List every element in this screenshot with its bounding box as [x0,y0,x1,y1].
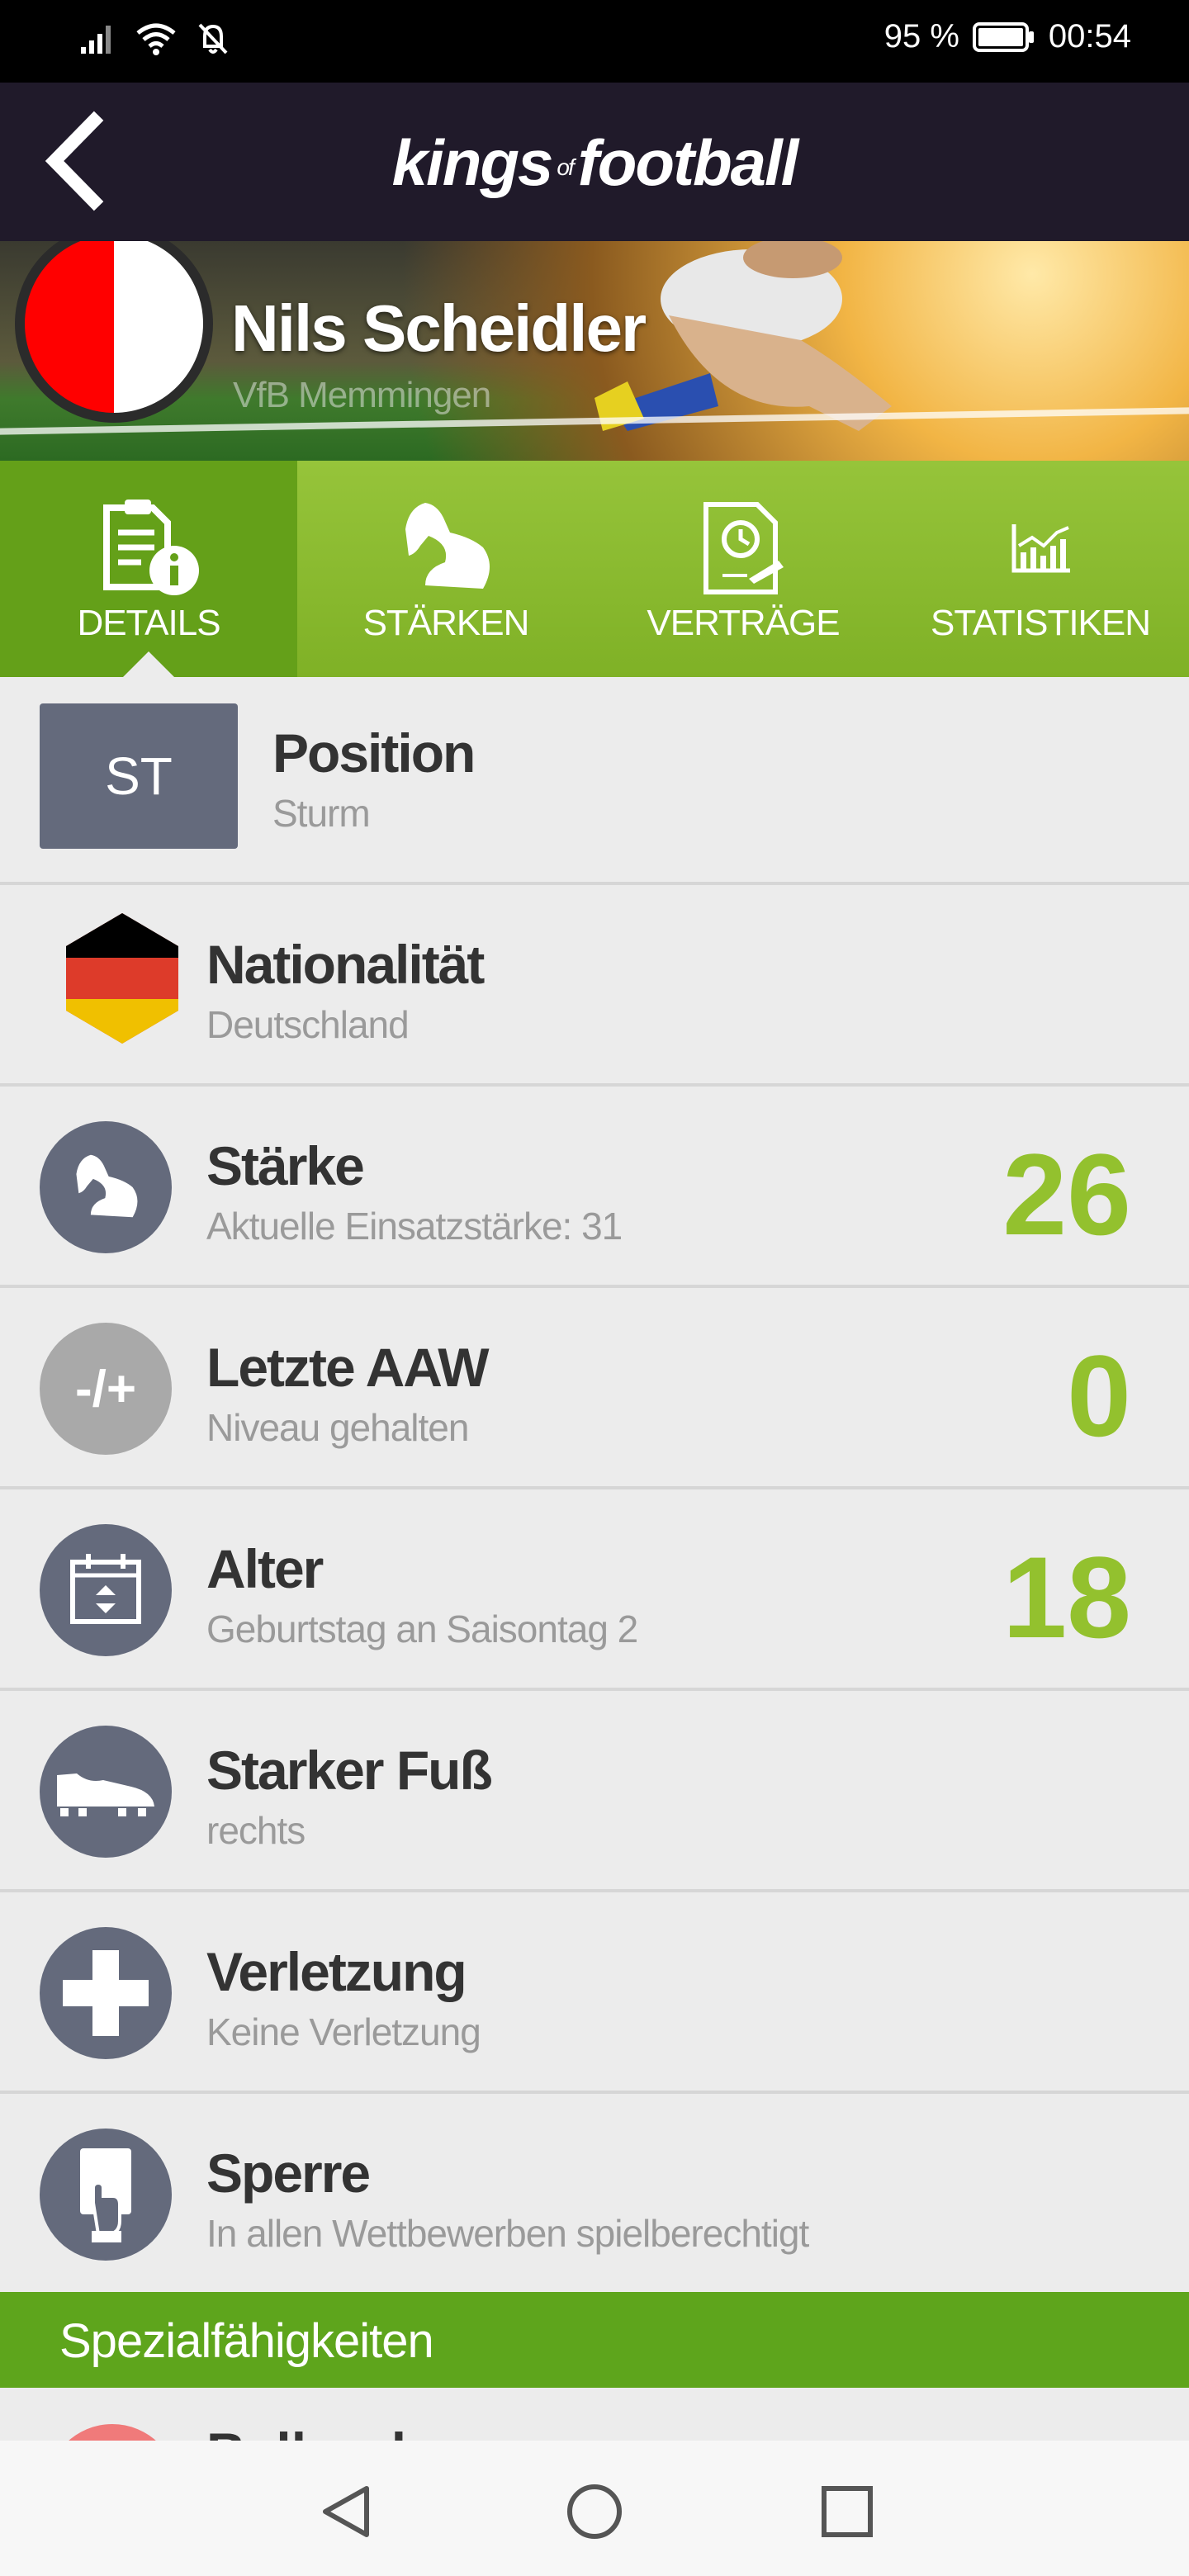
injury-row: Verletzung Keine Verletzung [0,1892,1189,2094]
statistics-icon [999,494,1082,601]
position-row: ST Position Sturm [0,677,1189,885]
brand-logo-football: football [577,126,799,199]
suspension-row: Sperre In allen Wettbewerben spielberech… [0,2094,1189,2295]
muscle-icon [392,494,500,601]
strength-row: Stärke Aktuelle Einsatzstärke: 31 26 [0,1087,1189,1288]
position-badge: ST [40,703,238,849]
tab-contracts[interactable]: VERTRÄGE [594,461,892,677]
hero-player-image [594,241,892,431]
tab-details[interactable]: DETAILS [0,461,297,678]
status-bar: 95 % 00:54 [0,0,1189,83]
strong-foot-title: Starker Fuß [206,1740,493,1801]
brand-logo-of: of [557,154,574,181]
suspension-value: In allen Wettbewerben spielberechtigt [206,2212,809,2255]
referee-card-icon [40,2129,172,2261]
last-aaw-value: 0 [1067,1331,1131,1461]
strength-value: 26 [1002,1129,1131,1259]
strength-muscle-icon [40,1121,172,1253]
brand-logo-kings: kings [391,126,554,199]
football-boot-icon [40,1726,172,1858]
special-abilities-title: Spezialfähigkeiten [59,2314,434,2368]
player-details-list: ST Position Sturm Nationalität Deutschla… [0,677,1189,2295]
details-icon [95,494,202,601]
tab-strengths-label: STÄRKEN [362,603,530,643]
medical-cross-icon [40,1927,172,2059]
calendar-icon [40,1524,172,1656]
position-value: Sturm [272,792,371,835]
strength-subtitle: Aktuelle Einsatzstärke: 31 [206,1205,623,1248]
age-subtitle: Geburtstag an Saisontag 2 [206,1608,638,1650]
player-name: Nils Scheidler [231,291,647,365]
tab-contracts-label: VERTRÄGE [647,603,840,643]
age-value: 18 [1002,1532,1131,1662]
age-row: Alter Geburtstag an Saisontag 2 18 [0,1489,1189,1691]
triangle-back-icon [323,2486,369,2537]
nav-recents-button[interactable] [806,2470,888,2553]
position-title: Position [272,722,476,784]
tab-strengths[interactable]: STÄRKEN [297,461,594,677]
clock-time: 00:54 [1048,18,1131,54]
plus-minus-icon-text: -/+ [74,1360,137,1418]
injury-title: Verletzung [206,1941,467,2002]
signal-icon [81,26,111,54]
status-left-icons [79,21,230,56]
injury-value: Keine Verletzung [206,2010,481,2053]
square-recents-icon [822,2486,873,2537]
special-abilities-header: Spezialfähigkeiten [0,2292,1189,2388]
nav-back-button[interactable] [306,2470,388,2553]
last-aaw-subtitle: Niveau gehalten [206,1406,469,1449]
nationality-row: Nationalität Deutschland [0,885,1189,1087]
circle-home-icon [567,2484,622,2539]
last-aaw-row: -/+ Letzte AAW Niveau gehalten 0 [0,1288,1189,1489]
battery-icon [972,21,1034,52]
last-aaw-title: Letzte AAW [206,1337,490,1398]
tab-statistics[interactable]: STATISTIKEN [892,461,1189,677]
app-header: kings offootball [0,83,1189,241]
club-badge [15,241,213,423]
player-tabs: DETAILS STÄRKEN VERTRÄGE STATISTIKEN [0,461,1189,678]
status-right: 95 % 00:54 [884,18,1131,55]
brand-logo: kings offootball [0,125,1189,201]
plus-minus-icon: -/+ [40,1323,172,1455]
tab-details-label: DETAILS [77,603,220,643]
android-nav-bar [0,2441,1189,2576]
nav-home-button[interactable] [553,2470,636,2553]
germany-flag-icon [66,913,178,1044]
nationality-title: Nationalität [206,934,485,995]
strong-foot-row: Starker Fuß rechts [0,1691,1189,1892]
mute-notifications-icon [198,23,228,54]
wifi-icon [136,23,176,55]
club-name[interactable]: VfB Memmingen [233,375,491,416]
contract-icon [689,494,797,601]
strength-title: Stärke [206,1135,365,1196]
age-title: Alter [206,1538,324,1599]
tab-statistics-label: STATISTIKEN [930,603,1151,643]
suspension-title: Sperre [206,2143,371,2204]
battery-percent: 95 % [883,18,959,54]
nationality-value: Deutschland [206,1003,410,1046]
strong-foot-value: rechts [206,1809,306,1852]
player-hero-banner: Nils Scheidler VfB Memmingen [0,241,1189,461]
